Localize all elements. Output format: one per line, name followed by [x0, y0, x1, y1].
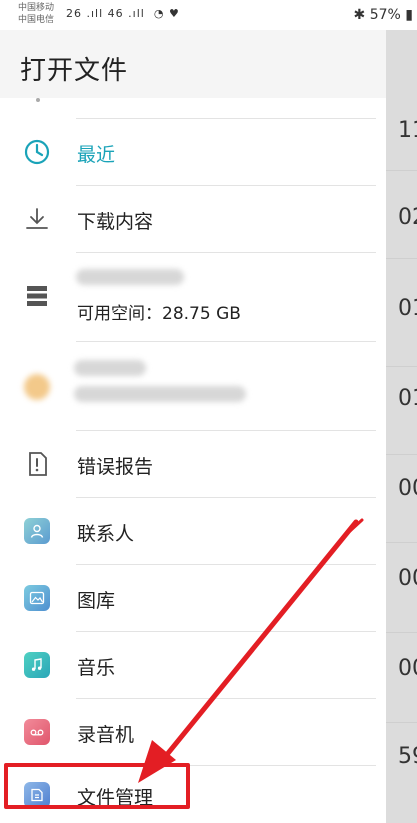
error-report-icon: [22, 449, 52, 479]
drawer-header: 打开文件: [0, 30, 386, 98]
carrier-label: 中国移动: [18, 3, 55, 13]
drawer-item-gallery[interactable]: 图库: [0, 565, 386, 631]
contacts-icon: [22, 516, 52, 546]
recorder-icon: [22, 717, 52, 747]
background-time: 00: [398, 476, 417, 501]
background-time: 00: [398, 566, 417, 591]
drawer-item-recorder[interactable]: 录音机: [0, 699, 386, 765]
bluetooth-icon: ✱: [353, 7, 366, 23]
drawer-item-label: 错误报告: [77, 456, 154, 478]
drawer-item-label: 下载内容: [77, 211, 154, 233]
background-time: 02: [398, 205, 417, 230]
account-name-blurred: [74, 360, 146, 376]
drawer-item-label: 图库: [77, 590, 116, 612]
annotation-highlight-box: [4, 763, 190, 809]
background-divider: [386, 366, 417, 367]
background-time: 00: [398, 656, 417, 681]
drawer-item-music[interactable]: 音乐: [0, 632, 386, 698]
wifi-icon: ◔: [149, 7, 165, 20]
navigation-drawer: 打开文件 最近 下载内容 可用空间：28.75 GB 错误报告 联系人 图库 音…: [0, 30, 386, 823]
status-bar: 中国移动 中国电信 26 .ıll 46 .ıll ◔ ♥ ✱ 57% ▮: [0, 0, 417, 30]
drawer-item-downloads[interactable]: 下载内容: [0, 186, 386, 252]
drawer-item-label: 音乐: [77, 657, 116, 679]
download-icon: [22, 204, 52, 234]
drawer-item-contacts[interactable]: 联系人: [0, 498, 386, 564]
background-divider: [386, 454, 417, 455]
signal-icon: 26 .ıll 46 .ıll: [66, 7, 145, 20]
background-divider: [386, 170, 417, 171]
gallery-icon: [22, 583, 52, 613]
drawer-item-storage[interactable]: 可用空间：28.75 GB: [0, 253, 386, 341]
drawer-item-label: 录音机: [77, 724, 135, 746]
background-divider: [386, 258, 417, 259]
background-divider: [386, 632, 417, 633]
status-right: ✱ 57% ▮: [354, 7, 413, 23]
clock-icon: [22, 137, 52, 167]
music-icon: [22, 650, 52, 680]
device-name-blurred: [76, 269, 184, 285]
background-time: 59: [398, 744, 417, 769]
background-time: 01: [398, 386, 417, 411]
signal-indicator: 26 .ıll 46 .ıll ◔ ♥: [66, 7, 180, 20]
battery-percent: 57%: [369, 7, 401, 23]
background-time: 01: [398, 296, 417, 321]
drawer-item-recent[interactable]: 最近: [0, 119, 386, 185]
app-avatar-icon: [22, 372, 52, 402]
background-divider: [386, 542, 417, 543]
account-detail-blurred: [74, 386, 246, 402]
page-title: 打开文件: [20, 56, 129, 86]
free-space-label: 可用空间：28.75 GB: [77, 304, 241, 324]
background-time: 11: [398, 118, 417, 143]
carrier-label: 中国电信: [18, 15, 55, 25]
drawer-item-label: 联系人: [77, 523, 135, 545]
drawer-item-label: 最近: [77, 144, 116, 166]
scroll-indicator: [36, 98, 40, 102]
background-divider: [386, 722, 417, 723]
storage-icon: [22, 281, 52, 311]
battery-icon: ▮: [405, 7, 413, 23]
drawer-item-account[interactable]: [0, 342, 386, 430]
heart-icon: ♥: [168, 7, 180, 20]
drawer-item-error-report[interactable]: 错误报告: [0, 431, 386, 497]
